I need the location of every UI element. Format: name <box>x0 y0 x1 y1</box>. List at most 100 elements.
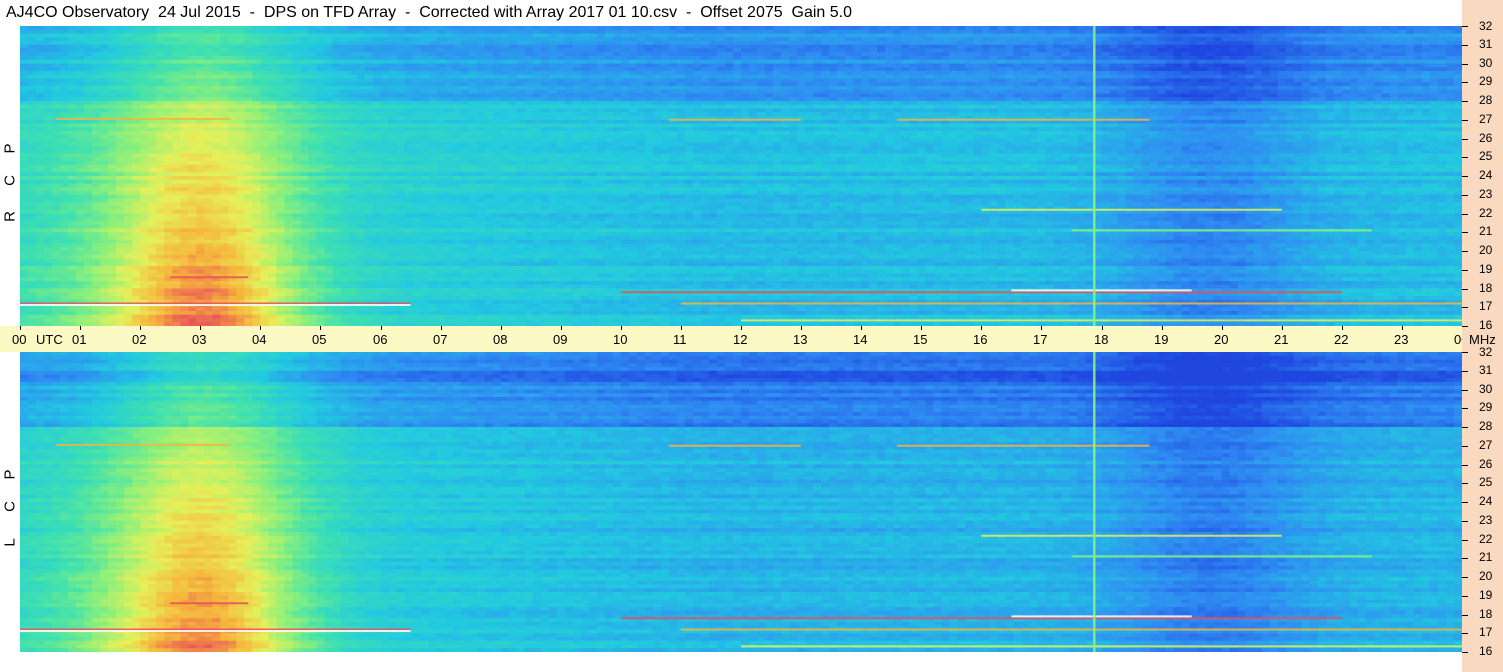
heatmap-cell <box>757 97 766 102</box>
heatmap-cell <box>412 52 422 57</box>
heatmap-cell <box>1229 93 1239 98</box>
heatmap-cell <box>1221 123 1231 128</box>
heatmap-cell <box>1285 104 1295 110</box>
heatmap-cell <box>781 93 790 98</box>
heatmap-cell <box>925 108 934 113</box>
heatmap-cell <box>52 127 61 132</box>
heatmap-cell <box>540 37 550 42</box>
heatmap-cell <box>941 123 950 128</box>
heatmap-cell <box>1285 89 1295 95</box>
heatmap-cell <box>805 123 814 128</box>
heatmap-cell <box>1309 78 1319 83</box>
heatmap-cell <box>412 44 422 50</box>
heatmap-cell <box>164 82 173 87</box>
heatmap-cell <box>1141 52 1151 57</box>
heatmap-cell <box>604 116 614 121</box>
heatmap-cell <box>1429 119 1439 125</box>
heatmap-cell <box>869 59 878 65</box>
heatmap-cell <box>372 97 382 102</box>
heatmap-cell <box>1229 78 1239 83</box>
heatmap-cell <box>172 86 181 91</box>
heatmap-cell <box>100 112 109 117</box>
heatmap-cell <box>1349 104 1359 110</box>
heatmap-cell <box>1029 104 1039 110</box>
heatmap-cell <box>308 123 318 128</box>
heatmap-cell <box>420 108 430 113</box>
heatmap-cell <box>188 97 197 102</box>
heatmap-cell <box>372 86 382 91</box>
heatmap-cell <box>749 123 758 128</box>
heatmap-cell <box>148 71 157 76</box>
heatmap-cell <box>1261 63 1271 68</box>
heatmap-cell <box>724 33 734 38</box>
heatmap-cell <box>708 41 718 46</box>
heatmap-cell <box>1445 41 1455 46</box>
heatmap-cell <box>380 59 390 65</box>
heatmap-cell <box>1381 41 1391 46</box>
heatmap-cell <box>308 116 318 121</box>
heatmap-cell <box>1045 71 1055 76</box>
heatmap-cell <box>76 29 85 35</box>
heatmap-cell <box>196 48 205 53</box>
heatmap-cell <box>1061 37 1071 42</box>
heatmap-cell <box>76 71 85 76</box>
heatmap-cell <box>1229 86 1239 91</box>
heatmap-cell <box>372 104 382 110</box>
heatmap-cell <box>420 41 430 46</box>
heatmap-cell <box>276 127 285 132</box>
heatmap-cell <box>805 26 814 31</box>
heatmap-cell <box>1045 26 1055 31</box>
heatmap-cell <box>1341 101 1351 106</box>
heatmap-cell <box>1325 33 1335 38</box>
heatmap-cell <box>1437 48 1447 53</box>
heatmap-cell <box>404 101 414 106</box>
heatmap-cell <box>340 82 350 87</box>
heatmap-cell <box>1333 48 1343 53</box>
heatmap-cell <box>1237 123 1247 128</box>
heatmap-cell <box>148 82 157 87</box>
heatmap-cell <box>652 48 662 53</box>
heatmap-cell <box>580 56 590 61</box>
heatmap-cell <box>396 59 406 65</box>
heatmap-cell <box>524 119 534 125</box>
heatmap-cell <box>676 52 686 57</box>
heatmap-cell <box>805 108 814 113</box>
heatmap-cell <box>1237 74 1247 80</box>
heatmap-cell <box>36 56 45 61</box>
heatmap-cell <box>340 97 350 102</box>
heatmap-cell <box>1269 74 1279 80</box>
heatmap-cell <box>444 123 454 128</box>
heatmap-cell <box>1197 67 1207 72</box>
heatmap-cell <box>1325 97 1335 102</box>
heatmap-cell <box>44 26 53 31</box>
heatmap-cell <box>821 112 830 117</box>
heatmap-cell <box>949 123 958 128</box>
heatmap-cell <box>532 108 542 113</box>
heatmap-cell <box>292 116 301 121</box>
heatmap-cell <box>236 112 245 117</box>
heatmap-cell <box>380 52 390 57</box>
heatmap-cell <box>1421 93 1431 98</box>
heatmap-cell <box>1285 119 1295 125</box>
heatmap-cell <box>1229 33 1239 38</box>
heatmap-cell <box>997 97 1006 102</box>
heatmap-cell <box>588 119 598 125</box>
heatmap-cell <box>724 37 734 42</box>
heatmap-cell <box>364 48 374 53</box>
heatmap-cell <box>404 82 414 87</box>
heatmap-cell <box>564 33 574 38</box>
heatmap-cell <box>460 116 470 121</box>
heatmap-cell <box>348 93 358 98</box>
heatmap-cell <box>492 97 502 102</box>
heatmap-cell <box>380 74 390 80</box>
heatmap-cell <box>364 37 374 42</box>
heatmap-cell <box>1109 74 1119 80</box>
heatmap-cell <box>821 101 830 106</box>
heatmap-cell <box>476 112 486 117</box>
heatmap-cell <box>1189 123 1199 128</box>
heatmap-cell <box>1445 108 1455 113</box>
heatmap-cell <box>821 116 830 121</box>
heatmap-cell <box>1421 104 1431 110</box>
heatmap-cell <box>1221 119 1231 125</box>
heatmap-cell <box>36 82 45 87</box>
